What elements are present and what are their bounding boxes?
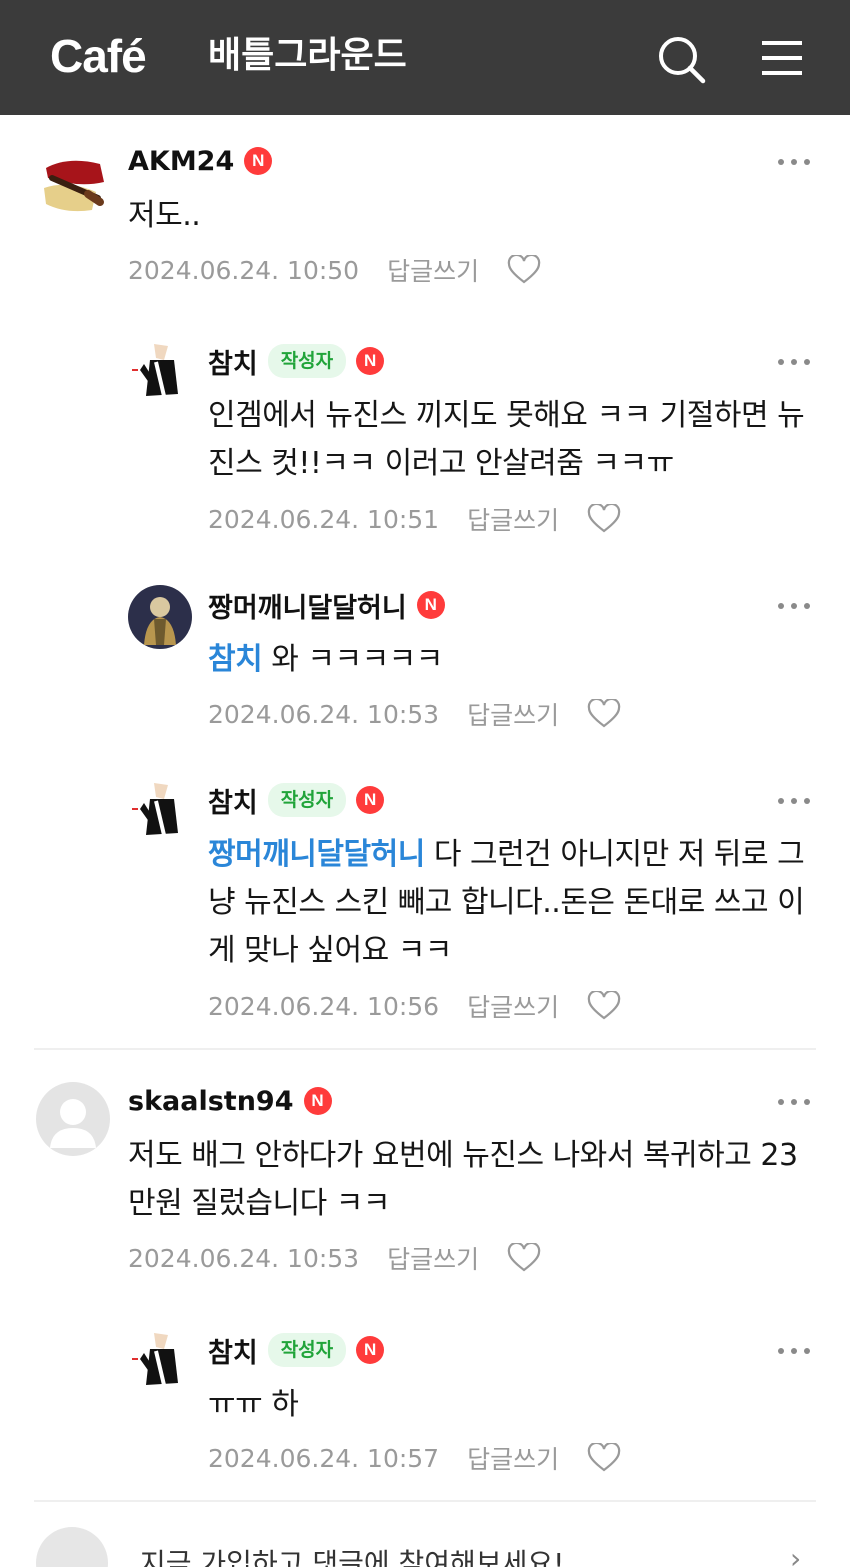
heart-icon[interactable] [507, 1243, 541, 1273]
comment-text: 참치 와 ㅋㅋㅋㅋㅋ [208, 636, 818, 684]
reply-button[interactable]: 답글쓰기 [467, 1440, 559, 1476]
reply-button[interactable]: 답글쓰기 [467, 696, 559, 732]
heart-icon[interactable] [507, 255, 541, 285]
join-prompt-bar[interactable]: 지금 가입하고 댓글에 참여해보세요! › [0, 1512, 850, 1567]
comment-text: 인겜에서 뉴진스 끼지도 못해요 ㅋㅋ 기절하면 뉴진스 컷!!ㅋㅋ 이러고 안… [208, 398, 805, 481]
mention-link[interactable]: 짱머깨니달달허니 [208, 837, 425, 872]
avatar[interactable] [36, 1082, 110, 1156]
more-options-icon[interactable] [778, 601, 810, 611]
comment-divider [34, 1048, 816, 1050]
hamburger-menu-icon[interactable] [760, 38, 804, 78]
comment-author-name[interactable]: AKM24 [128, 146, 234, 177]
avatar[interactable] [128, 1329, 192, 1393]
heart-icon[interactable] [587, 504, 621, 534]
comment-text: ㅠㅠ 하 [208, 1387, 299, 1422]
comment-date: 2024.06.24. 10:56 [208, 991, 440, 1021]
more-options-icon[interactable] [778, 1097, 810, 1107]
reply-button[interactable]: 답글쓰기 [467, 988, 559, 1024]
heart-icon[interactable] [587, 699, 621, 729]
avatar[interactable] [128, 585, 192, 649]
avatar[interactable] [128, 340, 192, 404]
reply-button[interactable]: 답글쓰기 [467, 501, 559, 537]
heart-icon[interactable] [587, 1443, 621, 1473]
more-options-icon[interactable] [778, 357, 810, 367]
comment-date: 2024.06.24. 10:53 [128, 1243, 360, 1273]
comment-author-name[interactable]: 참치 [208, 781, 258, 820]
comment-author-name[interactable]: skaalstn94 [128, 1086, 294, 1117]
avatar [36, 1527, 108, 1567]
comment-date: 2024.06.24. 10:51 [208, 504, 440, 534]
new-badge: N [416, 591, 445, 619]
new-badge: N [356, 347, 385, 375]
comment-text: 저도 배그 안하다가 요번에 뉴진스 나와서 복귀하고 23만원 질렀습니다 ㅋ… [128, 1138, 798, 1221]
more-options-icon[interactable] [778, 796, 810, 806]
author-badge: 작성자 [267, 1333, 347, 1367]
comment-divider [34, 1500, 816, 1502]
cafe-logo[interactable]: Café [50, 28, 147, 84]
reply-button[interactable]: 답글쓰기 [387, 252, 479, 288]
more-options-icon[interactable] [778, 157, 810, 167]
reply-button[interactable]: 답글쓰기 [387, 1240, 479, 1276]
join-prompt-text[interactable]: 지금 가입하고 댓글에 참여해보세요! [140, 1542, 564, 1567]
search-icon[interactable] [655, 33, 707, 85]
avatar[interactable] [38, 148, 110, 220]
author-badge: 작성자 [267, 344, 347, 378]
new-badge: N [356, 786, 385, 814]
comment-text: 짱머깨니달달허니 다 그런건 아니지만 저 뒤로 그냥 뉴진스 스킨 빼고 합니… [208, 831, 818, 975]
mention-link[interactable]: 참치 [208, 642, 263, 677]
comment-author-name[interactable]: 참치 [208, 1331, 258, 1370]
heart-icon[interactable] [587, 991, 621, 1021]
new-badge: N [356, 1336, 385, 1364]
author-badge: 작성자 [267, 783, 347, 817]
more-options-icon[interactable] [778, 1346, 810, 1356]
new-badge: N [244, 147, 273, 175]
new-badge: N [303, 1087, 332, 1115]
cafe-name[interactable]: 배틀그라운드 [208, 34, 407, 78]
comment-author-name[interactable]: 참치 [208, 342, 258, 381]
app-header: Café 배틀그라운드 [0, 0, 850, 115]
comment-date: 2024.06.24. 10:57 [208, 1443, 440, 1473]
comment-author-name[interactable]: 짱머깨니달달허니 [208, 586, 407, 625]
comment-date: 2024.06.24. 10:53 [208, 699, 440, 729]
avatar[interactable] [128, 779, 192, 843]
comment-text: 저도.. [128, 198, 201, 233]
chevron-right-icon[interactable]: › [790, 1542, 801, 1567]
comment-text-body: 와 ㅋㅋㅋㅋㅋ [262, 642, 443, 677]
comment-date: 2024.06.24. 10:50 [128, 255, 360, 285]
